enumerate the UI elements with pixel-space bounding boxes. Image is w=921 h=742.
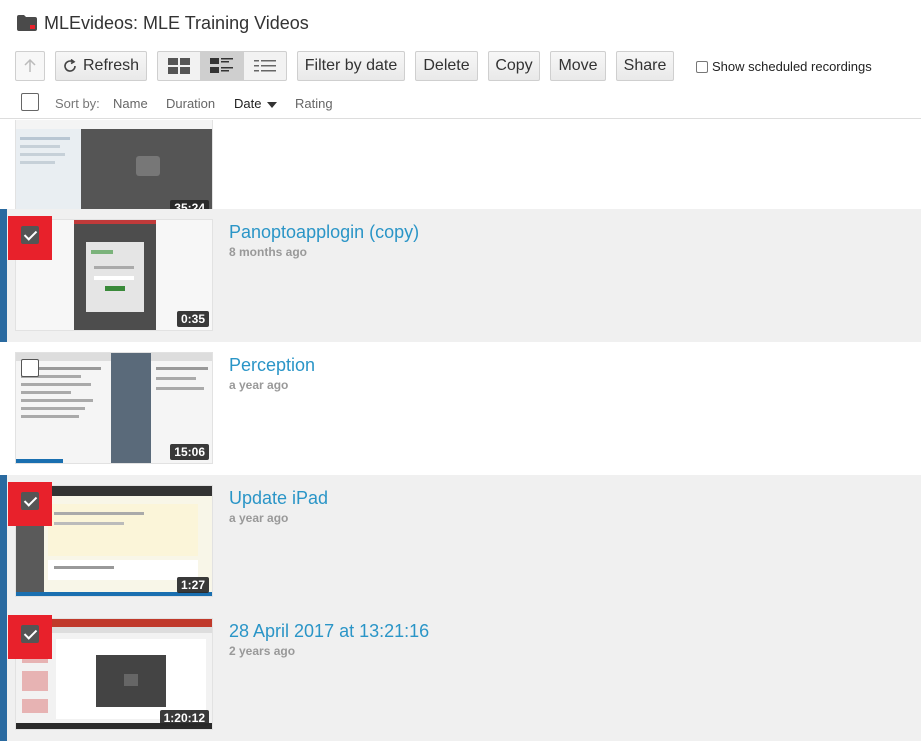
session-date: a year ago [229, 378, 289, 392]
session-row[interactable]: 1:27 Update iPad a year ago [0, 475, 921, 608]
list-view-icon [254, 60, 276, 72]
duration-badge: 1:20:12 [159, 710, 209, 726]
sort-duration[interactable]: Duration [166, 96, 215, 111]
refresh-button[interactable]: Refresh [55, 51, 147, 81]
move-button[interactable]: Move [550, 51, 606, 81]
session-title-link[interactable]: Update iPad [229, 488, 328, 509]
caret-down-icon [267, 101, 278, 108]
share-button[interactable]: Share [616, 51, 674, 81]
session-date: a year ago [229, 511, 289, 525]
duration-badge: 0:35 [176, 311, 209, 327]
session-row[interactable]: 0:35 Panoptoapplogin (copy) 8 months ago [0, 209, 921, 342]
session-date: 8 months ago [229, 245, 308, 259]
page-title: MLEvideos: MLE Training Videos [44, 13, 309, 33]
show-scheduled-checkbox[interactable] [696, 60, 708, 73]
session-checkbox[interactable] [21, 492, 39, 510]
sort-date[interactable]: Date [234, 96, 278, 111]
detail-view-button[interactable] [201, 52, 244, 80]
filter-by-date-button[interactable]: Filter by date [297, 51, 405, 81]
show-scheduled-toggle[interactable]: Show scheduled recordings [696, 59, 872, 74]
session-title-link[interactable]: Panoptoapplogin (copy) [229, 222, 419, 243]
selection-bar [0, 608, 7, 741]
session-thumbnail[interactable]: 35:24 [15, 120, 213, 220]
selection-bar [0, 209, 7, 342]
up-button[interactable] [15, 51, 45, 81]
detail-view-icon [210, 58, 233, 73]
sort-rating[interactable]: Rating [295, 96, 333, 111]
session-row[interactable]: 15:06 Perception a year ago [0, 342, 921, 475]
session-checkbox[interactable] [21, 359, 39, 377]
refresh-icon [64, 59, 76, 72]
session-thumbnail[interactable]: 15:06 [15, 352, 213, 464]
grid-view-icon [168, 58, 190, 74]
sort-name[interactable]: Name [113, 96, 148, 111]
view-toggle-group [157, 51, 287, 81]
selection-bar [0, 475, 7, 608]
list-view-button[interactable] [244, 52, 286, 80]
show-scheduled-label: Show scheduled recordings [712, 59, 872, 74]
sort-date-label: Date [234, 96, 262, 111]
session-checkbox[interactable] [21, 625, 39, 643]
duration-badge: 1:27 [176, 577, 209, 593]
session-date: 2 years ago [229, 644, 296, 658]
page-header: MLEvideos: MLE Training Videos [0, 0, 921, 46]
thumbnail-view-button[interactable] [158, 52, 201, 80]
session-checkbox[interactable] [21, 226, 39, 244]
sort-bar: Sort by: Name Duration Date Rating [0, 89, 921, 119]
session-title-link[interactable]: 28 April 2017 at 13:21:16 [229, 621, 429, 642]
watch-progress-bar [16, 459, 64, 463]
refresh-label: Refresh [82, 57, 140, 74]
session-title-link[interactable]: Perception [229, 355, 315, 376]
sort-by-label: Sort by: [55, 96, 100, 111]
delete-button[interactable]: Delete [415, 51, 478, 81]
duration-badge: 15:06 [170, 444, 209, 460]
select-all-checkbox[interactable] [21, 93, 39, 111]
arrow-up-icon [24, 59, 36, 72]
session-row[interactable]: 1:20:12 28 April 2017 at 13:21:16 2 year… [0, 608, 921, 741]
session-list: 35:24 0:35 Panoptoapplogin (copy) 8 mont… [0, 120, 921, 742]
folder-icon [17, 15, 37, 31]
toolbar: Refresh Filter by date Delete Copy Move [0, 50, 921, 84]
copy-button[interactable]: Copy [488, 51, 540, 81]
